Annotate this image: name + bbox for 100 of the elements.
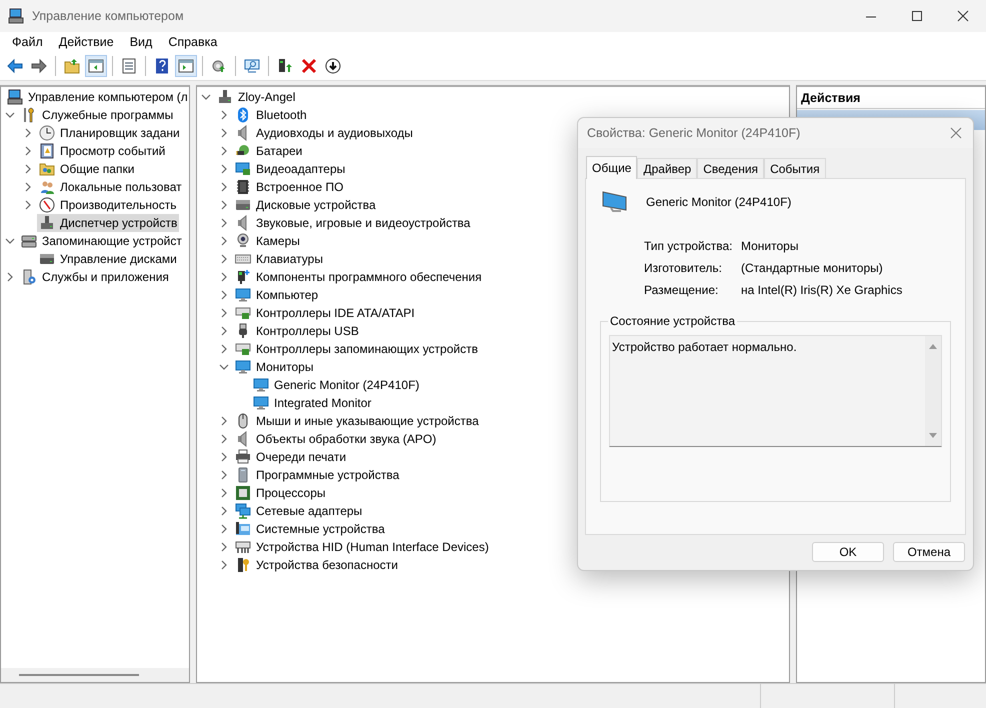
- device-name: Generic Monitor (24P410F): [646, 195, 792, 209]
- tree-item[interactable]: Zloy-Angel: [215, 88, 298, 106]
- properties-icon: [121, 58, 137, 74]
- monitor-icon: [253, 377, 269, 393]
- chip-icon: [235, 179, 251, 195]
- download-circle-icon: [325, 58, 341, 74]
- shared-folder-icon: [39, 161, 55, 177]
- tree-item[interactable]: Компьютер: [233, 286, 320, 304]
- tree-item[interactable]: Служебные программы: [19, 106, 176, 124]
- processor-icon: [235, 485, 251, 501]
- tree-item[interactable]: Программные устройства: [233, 466, 402, 484]
- monitor-search-icon: [244, 58, 260, 74]
- webcam-icon: [235, 233, 251, 249]
- app-icon: [8, 8, 24, 24]
- tab[interactable]: Сведения: [697, 158, 764, 178]
- tree-item[interactable]: Процессоры: [233, 484, 328, 502]
- status-text: Устройство работает нормально.: [611, 339, 798, 356]
- tree-item[interactable]: Планировщик задани: [37, 124, 182, 142]
- tree-item[interactable]: Общие папки: [37, 160, 136, 178]
- tab[interactable]: Драйвер: [637, 158, 698, 178]
- storage-icon: [21, 233, 37, 249]
- monitor-icon: [235, 287, 251, 303]
- printer-icon: [235, 449, 251, 465]
- tree-item[interactable]: Сетевые адаптеры: [233, 502, 364, 520]
- tree-item[interactable]: Мониторы: [233, 358, 316, 376]
- tree-item[interactable]: Батареи: [233, 142, 304, 160]
- performance-icon: [39, 197, 55, 213]
- tree-item[interactable]: Мыши и иные указывающие устройства: [233, 412, 481, 430]
- monitor-icon: [235, 359, 251, 375]
- tree-item[interactable]: Видеоадаптеры: [233, 160, 348, 178]
- tree-item[interactable]: Запоминающие устройст: [19, 232, 184, 250]
- property-value: на Intel(R) Iris(R) Xe Graphics: [741, 283, 904, 297]
- menu-item[interactable]: Вид: [122, 35, 160, 49]
- tree-item[interactable]: Системные устройства: [233, 520, 387, 538]
- event-log-icon: [39, 143, 55, 159]
- disk-drive-icon: [235, 197, 251, 213]
- property-value: (Стандартные мониторы): [741, 261, 884, 275]
- tree-item[interactable]: Контроллеры USB: [233, 322, 361, 340]
- toolbar-button[interactable]: [175, 55, 197, 77]
- tree-item[interactable]: Компоненты программного обеспечения: [233, 268, 484, 286]
- property-label: Изготовитель:: [644, 261, 723, 275]
- tree-item[interactable]: Дисковые устройства: [233, 196, 378, 214]
- scan-hardware-icon: [211, 58, 227, 74]
- action-pane-icon: [178, 58, 194, 74]
- tree-item[interactable]: Клавиатуры: [233, 250, 325, 268]
- back-arrow-icon: [7, 58, 23, 74]
- dialog-title: Свойства: Generic Monitor (24P410F): [587, 126, 800, 140]
- group-title: Состояние устройства: [608, 314, 738, 328]
- controller-card-icon: [235, 341, 251, 357]
- controller-card-icon: [235, 305, 251, 321]
- tab[interactable]: События: [764, 158, 826, 178]
- tree-item[interactable]: Устройства безопасности: [233, 556, 400, 574]
- key-icon: [235, 557, 251, 573]
- computer-tower-icon: [217, 89, 233, 105]
- menu-item[interactable]: Действие: [50, 35, 122, 49]
- delete-icon: [301, 58, 317, 74]
- device-update-icon: [277, 58, 293, 74]
- tree-item[interactable]: Аудиовходы и аудиовыходы: [233, 124, 415, 142]
- tree-item[interactable]: Диспетчер устройств: [37, 214, 180, 232]
- menu-item[interactable]: Справка: [160, 35, 226, 49]
- device-manager-icon: [39, 215, 55, 231]
- dialog-button[interactable]: OK: [812, 542, 884, 562]
- tree-item[interactable]: Контроллеры IDE ATA/ATAPI: [233, 304, 417, 322]
- tree-item[interactable]: Integrated Monitor: [251, 394, 374, 412]
- folder-up-icon: [64, 58, 80, 74]
- tree-item[interactable]: Управление дисками: [37, 250, 179, 268]
- property-label: Тип устройства:: [644, 239, 734, 253]
- toolbar-button[interactable]: [85, 55, 107, 77]
- display-adapter-icon: [235, 161, 251, 177]
- server-icon: [21, 269, 37, 285]
- tree-pane-icon: [88, 58, 104, 74]
- forward-arrow-icon: [31, 58, 47, 74]
- tree-item[interactable]: Просмотр событий: [37, 142, 168, 160]
- tree-item[interactable]: Bluetooth: [233, 106, 309, 124]
- tree-item[interactable]: Generic Monitor (24P410F): [251, 376, 422, 394]
- bluetooth-icon: [235, 107, 251, 123]
- actions-header: Действия: [797, 87, 985, 109]
- dialog-button[interactable]: Отмена: [893, 542, 965, 562]
- tree-item[interactable]: Контроллеры запоминающих устройств: [233, 340, 480, 358]
- monitor-icon: [253, 395, 269, 411]
- property-value: Мониторы: [741, 239, 800, 253]
- clock-icon: [39, 125, 55, 141]
- tree-item[interactable]: Производительность: [37, 196, 178, 214]
- network-icon: [235, 503, 251, 519]
- help-icon: [154, 58, 170, 74]
- tree-item[interactable]: Локальные пользоват: [37, 178, 184, 196]
- close-icon[interactable]: [956, 9, 970, 23]
- tree-item[interactable]: Встроенное ПО: [233, 178, 346, 196]
- window-title: Управление компьютером: [32, 9, 185, 23]
- tree-item[interactable]: Камеры: [233, 232, 302, 250]
- tab[interactable]: Общие: [586, 156, 638, 179]
- tree-item[interactable]: Звуковые, игровые и видеоустройства: [233, 214, 472, 232]
- tree-item[interactable]: Объекты обработки звука (APO): [233, 430, 438, 448]
- tree-item[interactable]: Устройства HID (Human Interface Devices): [233, 538, 491, 556]
- maximize-icon[interactable]: [910, 9, 924, 23]
- tree-item[interactable]: Очереди печати: [233, 448, 348, 466]
- tree-item[interactable]: Службы и приложения: [19, 268, 171, 286]
- tree-item[interactable]: Управление компьютером (л: [5, 88, 189, 106]
- scrollbar-thumb[interactable]: [19, 674, 139, 676]
- menu-item[interactable]: Файл: [4, 35, 51, 49]
